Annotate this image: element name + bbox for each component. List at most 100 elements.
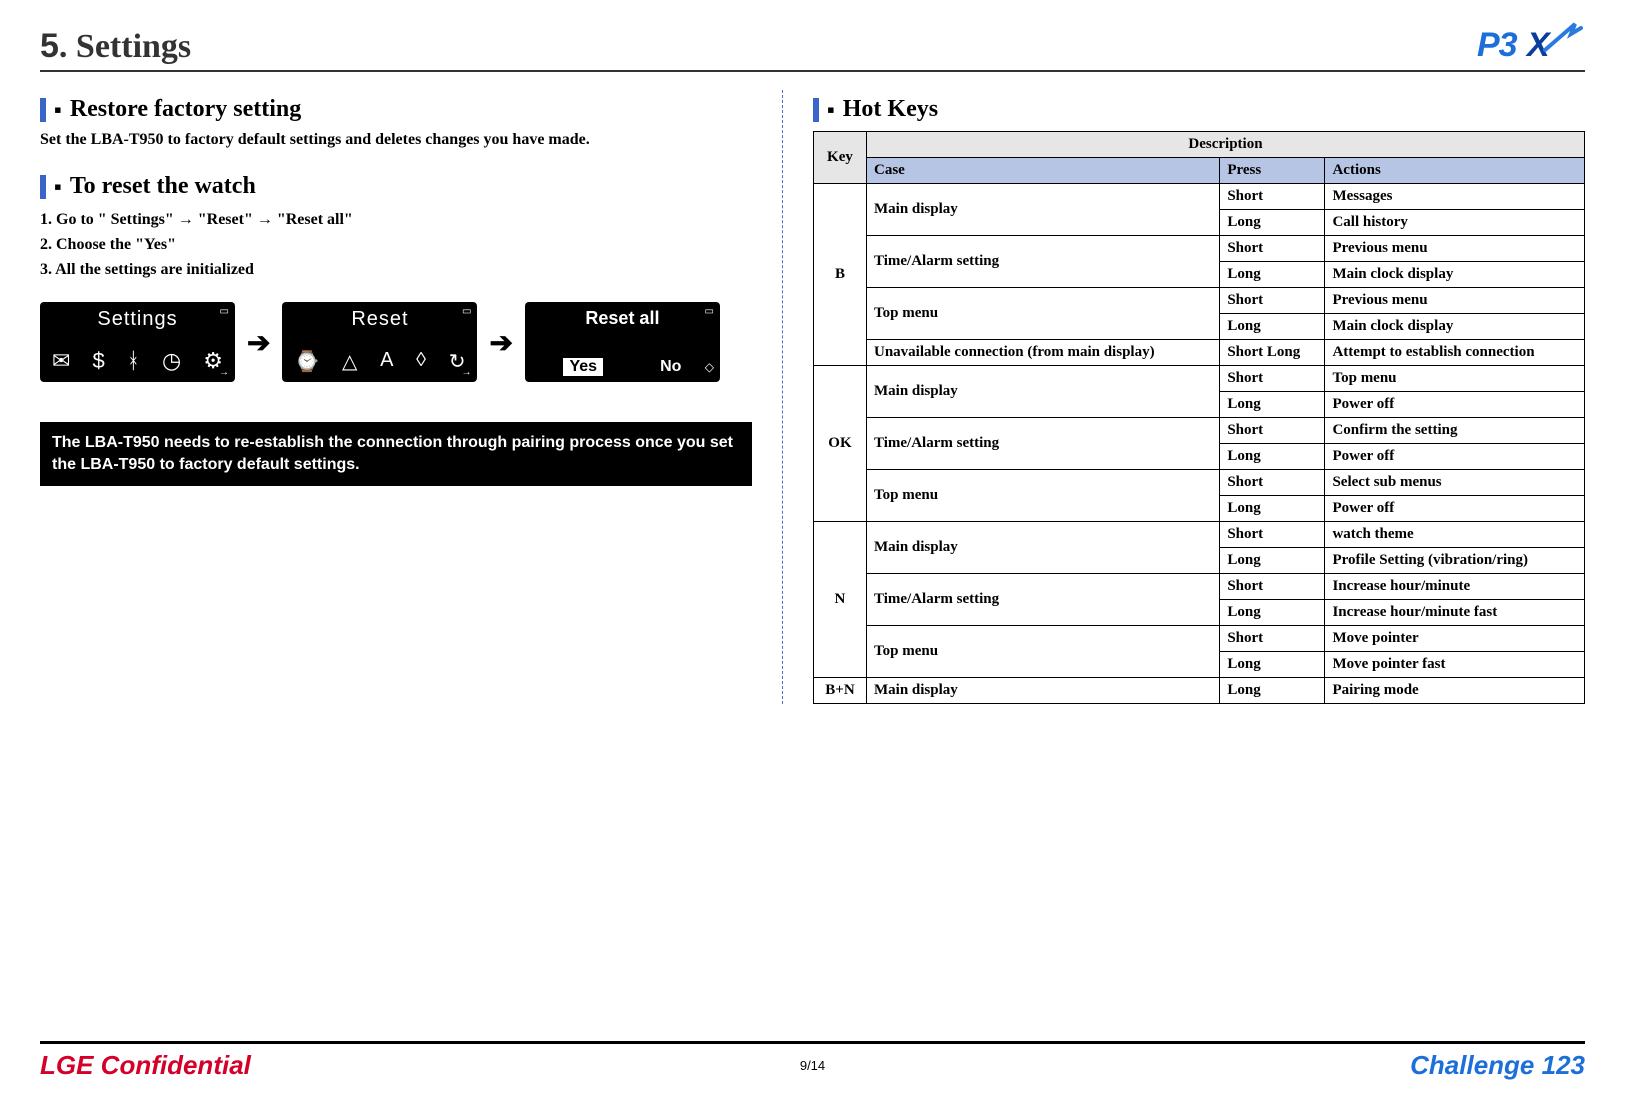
cell-case: Time/Alarm setting [867,574,1220,626]
cell-press: Long [1220,210,1325,236]
cell-action: Main clock display [1325,262,1585,288]
reset-title: To reset the watch [70,173,256,200]
left-column: ▪ Restore factory setting Set the LBA-T9… [40,90,762,704]
bullet-icon: ▪ [54,176,62,198]
col-case: Case [867,158,1220,184]
cell-action: Profile Setting (vibration/ring) [1325,548,1585,574]
table-row: Time/Alarm settingShortConfirm the setti… [813,418,1584,444]
section-reset-heading: ▪ To reset the watch [40,173,752,200]
screen-reset-title: Reset [292,308,467,331]
cell-key: N [813,522,866,678]
cell-case: Time/Alarm setting [867,236,1220,288]
restore-body: Set the LBA-T950 to factory default sett… [40,131,660,149]
screen-reset: Reset ⌚ △ A ◊ ↻ ▭ → [282,302,477,382]
cell-press: Short [1220,418,1325,444]
envelope-icon: ✉ [52,348,70,374]
cell-case: Top menu [867,626,1220,678]
cell-press: Short [1220,470,1325,496]
accent-bar-icon [813,98,819,122]
yes-no-row: Yes No [535,358,710,376]
document-page: 5. Settings P3 X ▪ Restore factory setti… [0,0,1625,1103]
page-footer: LGE Confidential 9/14 Challenge 123 [40,1041,1585,1081]
bluetooth-icon: ᚼ [127,348,140,374]
screen-settings-icons: ✉ $ ᚼ ◷ ⚙ [50,348,225,376]
cell-case: Main display [867,184,1220,236]
cell-action: Main clock display [1325,314,1585,340]
col-press: Press [1220,158,1325,184]
step-2: 2. Choose the "Yes" [40,233,752,258]
cell-press: Short [1220,574,1325,600]
flow-arrow-icon: ➔ [247,326,270,359]
footer-challenge: Challenge 123 [1410,1050,1585,1081]
cell-case: Top menu [867,470,1220,522]
cell-action: Power off [1325,496,1585,522]
cell-press: Long [1220,444,1325,470]
yes-option: Yes [563,358,603,376]
lock-icon: ◊ [416,349,426,374]
cell-action: Increase hour/minute [1325,574,1585,600]
cell-press: Long [1220,548,1325,574]
svg-text:P3: P3 [1477,26,1518,64]
restore-title: Restore factory setting [70,96,301,123]
cell-action: Pairing mode [1325,678,1585,704]
section-hotkeys-heading: ▪ Hot Keys [813,96,1585,123]
col-actions: Actions [1325,158,1585,184]
bullet-icon: ▪ [54,99,62,121]
column-divider [782,90,783,704]
right-column: ▪ Hot Keys Key Description Case Press Ac… [803,90,1585,704]
cell-case: Main display [867,522,1220,574]
table-row: OKMain displayShortTop menu [813,366,1584,392]
accent-bar-icon [40,98,46,122]
screen-reset-all-title: Reset all [535,308,710,329]
bell-icon: △ [342,349,357,374]
cell-case: Top menu [867,288,1220,340]
cell-press: Long [1220,262,1325,288]
cell-key: OK [813,366,866,522]
chapter-number: 5 [40,27,59,65]
bullet-icon: ▪ [827,99,835,121]
hotkeys-title: Hot Keys [843,96,938,123]
page-header: 5. Settings P3 X [40,20,1585,72]
screen-settings: Settings ✉ $ ᚼ ◷ ⚙ ▭ → [40,302,235,382]
cell-action: Previous menu [1325,236,1585,262]
cell-action: Attempt to establish connection [1325,340,1585,366]
table-header: Key Description Case Press Actions [813,132,1584,184]
cell-press: Short Long [1220,340,1325,366]
p3x-logo-icon: P3 X [1475,20,1585,66]
battery-icon: ▭ [462,306,471,317]
cell-press: Short [1220,236,1325,262]
cell-case: Main display [867,678,1220,704]
flow-arrow-icon: ➔ [489,326,512,359]
table-row: NMain displayShort watch theme [813,522,1584,548]
letter-a-icon: A [380,349,393,374]
cell-key: B+N [813,678,866,704]
dollar-icon: $ [92,348,104,374]
step-3: 3. All the settings are initialized [40,258,752,283]
cell-case: Unavailable connection (from main displa… [867,340,1220,366]
table-row: Time/Alarm settingShortIncrease hour/min… [813,574,1584,600]
footer-confidential: LGE Confidential [40,1050,251,1081]
cell-case: Time/Alarm setting [867,418,1220,470]
cell-press: Short [1220,288,1325,314]
left-right-icon: ◇ [705,360,714,374]
cell-press: Long [1220,652,1325,678]
clock-icon: ◷ [162,348,181,374]
cell-press: Short [1220,184,1325,210]
no-option: No [660,358,681,376]
brand-logo: P3 X [1475,20,1585,66]
reset-steps: 1. Go to " Settings" → "Reset" → "Reset … [40,208,752,282]
table-row: Top menuShortSelect sub menus [813,470,1584,496]
cell-press: Long [1220,392,1325,418]
cell-press: Short [1220,366,1325,392]
table-row: Time/Alarm settingShortPrevious menu [813,236,1584,262]
col-key: Key [813,132,866,184]
hotkeys-table: Key Description Case Press Actions BMain… [813,131,1585,704]
table-row: B+NMain displayLongPairing mode [813,678,1584,704]
cell-press: Short [1220,626,1325,652]
table-row: Unavailable connection (from main displa… [813,340,1584,366]
cell-press: Long [1220,314,1325,340]
cell-action: Move pointer fast [1325,652,1585,678]
cell-case: Main display [867,366,1220,418]
cell-press: Long [1220,678,1325,704]
step-1: 1. Go to " Settings" → "Reset" → "Reset … [40,208,752,233]
